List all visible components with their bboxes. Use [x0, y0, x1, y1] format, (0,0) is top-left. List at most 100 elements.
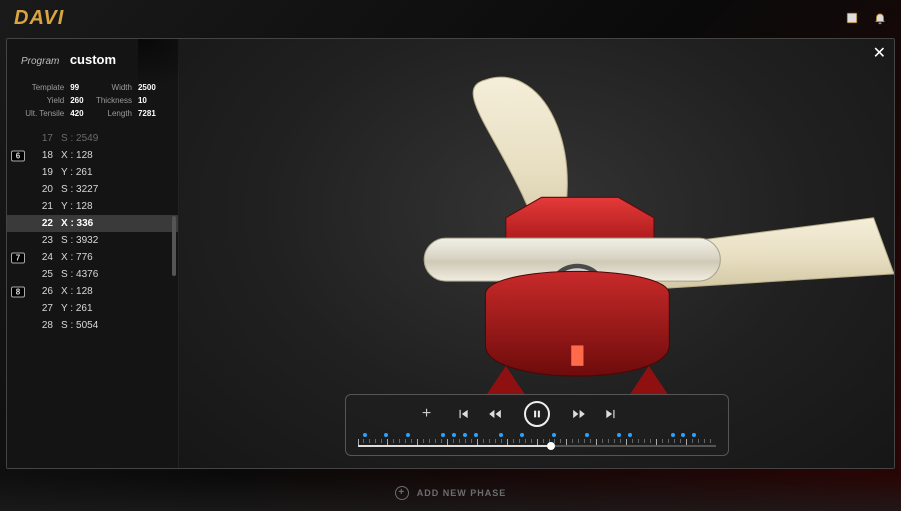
- step-row[interactable]: 20 S : 3227: [7, 181, 178, 198]
- scrollbar-thumb[interactable]: [172, 216, 176, 276]
- add-phase-label: ADD NEW PHASE: [417, 488, 507, 498]
- step-row[interactable]: 19 Y : 261: [7, 164, 178, 181]
- zoom-in-button[interactable]: +: [420, 405, 434, 423]
- meta-label-template: Template: [25, 83, 70, 92]
- meta-label-ulttensile: Ult. Tensile: [25, 109, 70, 118]
- step-value: Y : 261: [61, 303, 93, 314]
- timeline-marker[interactable]: [452, 433, 456, 437]
- program-label: Program: [21, 56, 59, 67]
- timeline-marker[interactable]: [617, 433, 621, 437]
- topbar-actions: [845, 11, 887, 25]
- playback-panel: +: [345, 394, 729, 456]
- playback-controls: +: [358, 401, 716, 427]
- timeline-progress: [358, 445, 551, 447]
- step-row[interactable]: 21 Y : 128: [7, 198, 178, 215]
- step-row[interactable]: 22 X : 336: [7, 215, 178, 232]
- bottombar: + ADD NEW PHASE: [0, 475, 901, 511]
- step-value: S : 5054: [61, 320, 98, 331]
- timeline-marker[interactable]: [441, 433, 445, 437]
- play-pause-button[interactable]: [524, 401, 550, 427]
- program-header: Program custom: [7, 39, 178, 75]
- timeline-markers: [358, 432, 716, 438]
- step-row[interactable]: 25 S : 4376: [7, 266, 178, 283]
- step-value: S : 4376: [61, 269, 98, 280]
- timeline-marker[interactable]: [552, 433, 556, 437]
- timeline-marker[interactable]: [499, 433, 503, 437]
- step-index: 22: [33, 218, 53, 229]
- step-index: 26: [33, 286, 53, 297]
- step-row[interactable]: 6 18 X : 128: [7, 147, 178, 164]
- meta-value-template: 99: [70, 83, 96, 92]
- add-phase-button[interactable]: + ADD NEW PHASE: [395, 486, 507, 500]
- timeline-marker[interactable]: [463, 433, 467, 437]
- step-row[interactable]: 7 24 X : 776: [7, 249, 178, 266]
- step-badge: 8: [11, 286, 25, 297]
- rewind-button[interactable]: [488, 407, 502, 421]
- step-row[interactable]: 23 S : 3932: [7, 232, 178, 249]
- timeline-marker[interactable]: [406, 433, 410, 437]
- step-row[interactable]: 28 S : 5054: [7, 317, 178, 334]
- timeline-marker[interactable]: [628, 433, 632, 437]
- viewport-3d[interactable]: +: [179, 39, 894, 468]
- topbar: DAVI: [0, 0, 901, 36]
- step-index: 27: [33, 303, 53, 314]
- step-index: 17: [33, 133, 53, 144]
- step-value: X : 336: [61, 218, 93, 229]
- meta-label-length: Length: [96, 109, 138, 118]
- step-badge: 7: [11, 252, 25, 263]
- meta-value-yield: 260: [70, 96, 96, 105]
- timeline[interactable]: [358, 431, 716, 447]
- step-list[interactable]: 17S : 2549618X : 12819Y : 26120S : 32272…: [7, 130, 178, 468]
- timeline-marker[interactable]: [671, 433, 675, 437]
- step-value: X : 128: [61, 286, 93, 297]
- program-meta: Template 99 Width 2500 Yield 260 Thickne…: [7, 75, 178, 130]
- step-row[interactable]: 8 26 X : 128: [7, 283, 178, 300]
- step-index: 18: [33, 150, 53, 161]
- timeline-marker[interactable]: [520, 433, 524, 437]
- meta-label-width: Width: [96, 83, 138, 92]
- step-row[interactable]: [7, 334, 178, 351]
- step-value: X : 128: [61, 150, 93, 161]
- step-value: Y : 128: [61, 201, 93, 212]
- timeline-marker[interactable]: [474, 433, 478, 437]
- step-index: 20: [33, 184, 53, 195]
- meta-value-ulttensile: 420: [70, 109, 96, 118]
- step-value: Y : 261: [61, 167, 93, 178]
- timeline-marker[interactable]: [692, 433, 696, 437]
- meta-value-width: 2500: [138, 83, 168, 92]
- step-index: 24: [33, 252, 53, 263]
- step-index: 19: [33, 167, 53, 178]
- step-value: S : 3227: [61, 184, 98, 195]
- playhead[interactable]: [547, 442, 555, 450]
- simulation-modal: ✕ Program custom Template 99 Width 2500 …: [6, 38, 895, 469]
- logo: DAVI: [14, 7, 64, 30]
- skip-start-button[interactable]: [456, 407, 470, 421]
- timeline-marker[interactable]: [363, 433, 367, 437]
- step-value: S : 2549: [61, 133, 98, 144]
- window-icon[interactable]: [845, 11, 859, 25]
- step-index: 21: [33, 201, 53, 212]
- timeline-marker[interactable]: [585, 433, 589, 437]
- meta-label-yield: Yield: [25, 96, 70, 105]
- app-root: DAVI ✕ Program custom Template 99 Width …: [0, 0, 901, 511]
- step-row[interactable]: 27 Y : 261: [7, 300, 178, 317]
- sidebar: Program custom Template 99 Width 2500 Yi…: [7, 39, 179, 468]
- timeline-marker[interactable]: [681, 433, 685, 437]
- plus-circle-icon: +: [395, 486, 409, 500]
- fast-forward-button[interactable]: [572, 407, 586, 421]
- meta-value-length: 7281: [138, 109, 168, 118]
- step-row[interactable]: 17 S : 2549: [7, 130, 178, 147]
- meta-value-thickness: 10: [138, 96, 168, 105]
- step-index: 28: [33, 320, 53, 331]
- close-icon[interactable]: ✕: [873, 43, 886, 63]
- step-index: 25: [33, 269, 53, 280]
- bell-icon[interactable]: [873, 11, 887, 25]
- timeline-marker[interactable]: [384, 433, 388, 437]
- step-badge: 6: [11, 150, 25, 161]
- meta-label-thickness: Thickness: [96, 96, 138, 105]
- step-value: S : 3932: [61, 235, 98, 246]
- step-index: 23: [33, 235, 53, 246]
- program-name: custom: [70, 52, 116, 67]
- skip-end-button[interactable]: [604, 407, 618, 421]
- step-value: X : 776: [61, 252, 93, 263]
